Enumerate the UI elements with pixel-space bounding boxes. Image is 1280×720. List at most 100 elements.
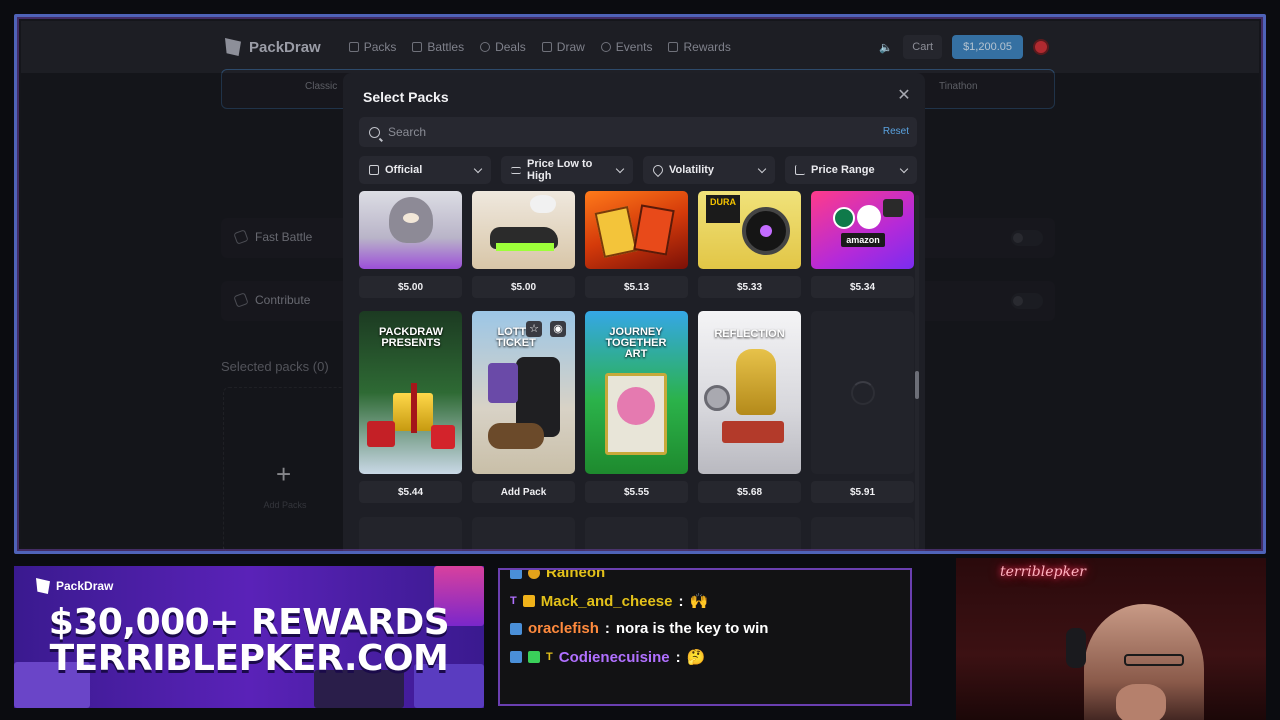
- pack-image: REFLECTION: [698, 311, 801, 474]
- nav-packs[interactable]: Packs: [348, 40, 396, 54]
- pack-card[interactable]: $5.13: [585, 191, 688, 298]
- pack-card-placeholder: [698, 517, 801, 551]
- pack-price: $5.68: [698, 481, 801, 503]
- pack-image: [585, 191, 688, 269]
- pack-card[interactable]: JOURNEY TOGETHER ART $5.55: [585, 311, 688, 503]
- gift-icon: [668, 42, 679, 52]
- pack-card-placeholder: [472, 517, 575, 551]
- chevron-down-icon: [899, 164, 909, 173]
- pack-price: $5.00: [359, 276, 462, 298]
- packdraw-logo[interactable]: PackDraw: [225, 38, 321, 56]
- swords-icon: [412, 42, 423, 52]
- prime-badge-icon: [510, 622, 522, 635]
- packdraw-logo-icon: [225, 38, 241, 56]
- filter-official[interactable]: Official: [359, 156, 491, 184]
- pack-price: $5.33: [698, 276, 801, 298]
- pack-card[interactable]: PACKDRAW PRESENTS $5.44: [359, 311, 462, 503]
- pack-card[interactable]: $5.00: [472, 191, 575, 298]
- nav-rewards[interactable]: Rewards: [668, 40, 731, 54]
- pack-price: $5.00: [472, 276, 575, 298]
- sub-badge-icon: [528, 570, 540, 579]
- deals-icon: [480, 42, 491, 52]
- promo-headline-1: $30,000+ REWARDS: [48, 602, 450, 643]
- star-icon[interactable]: ☆: [526, 321, 542, 337]
- eye-icon[interactable]: ◉: [550, 321, 566, 337]
- nav-draw[interactable]: Draw: [541, 40, 585, 54]
- chat-text: 🙌: [689, 593, 709, 610]
- search-input[interactable]: [388, 125, 917, 139]
- chat-text: 🤔: [686, 649, 706, 666]
- tier-badge-icon: T: [546, 651, 553, 663]
- chat-username[interactable]: Raineon: [546, 570, 605, 581]
- user-avatar[interactable]: [1033, 39, 1049, 55]
- prime-badge-icon: [510, 570, 522, 579]
- tier-badge-icon: T: [510, 595, 517, 607]
- chevron-down-icon: [615, 164, 625, 173]
- filter-sort[interactable]: Price Low to High: [501, 156, 633, 184]
- prime-badge-icon: [510, 651, 522, 663]
- pack-image: DURA: [698, 191, 801, 269]
- chat-text: nora is the key to win: [615, 620, 769, 637]
- headphones-icon: [1066, 628, 1086, 668]
- pack-price: $5.34: [811, 276, 914, 298]
- chat-message: T Codienecuisine : 🤔: [510, 648, 705, 666]
- balance-button[interactable]: $1,200.05: [952, 35, 1023, 59]
- pack-card[interactable]: $5.00: [359, 191, 462, 298]
- chat-username[interactable]: oraclefish: [528, 620, 599, 637]
- select-packs-modal: Select Packs ✕ Reset Official Price Low …: [343, 73, 925, 551]
- glasses-icon: [1124, 654, 1184, 666]
- pack-image: [359, 191, 462, 269]
- packs-icon: [348, 42, 359, 52]
- promo-headline-2: TERRIBLEPKER.COM: [49, 638, 449, 679]
- loading-spinner-icon: [851, 381, 875, 405]
- pack-card[interactable]: LOTTO TICKET ☆ ◉ Add Pack: [472, 311, 575, 503]
- pack-image: amazon: [811, 191, 914, 269]
- packdraw-site: PackDraw Packs Battles Deals Draw Events…: [21, 21, 1259, 551]
- nav-battles[interactable]: Battles: [412, 40, 464, 54]
- pack-price: $5.91: [811, 481, 914, 503]
- pack-image: LOTTO TICKET ☆ ◉: [472, 311, 575, 474]
- pack-title: PACKDRAW PRESENTS: [379, 326, 443, 349]
- cube-badge-icon: [528, 651, 540, 663]
- cart-button[interactable]: Cart: [903, 35, 943, 59]
- add-pack-button[interactable]: Add Pack: [472, 481, 575, 503]
- modal-scrollbar[interactable]: [915, 195, 919, 549]
- pack-price: $5.44: [359, 481, 462, 503]
- pack-title: REFLECTION: [714, 328, 785, 340]
- close-icon[interactable]: ✕: [897, 88, 911, 104]
- pack-card-placeholder: [585, 517, 688, 551]
- nav-right: 🔈 Cart $1,200.05: [879, 35, 1049, 59]
- pack-card[interactable]: $5.91: [811, 311, 914, 503]
- pack-card[interactable]: REFLECTION $5.68: [698, 311, 801, 503]
- packdraw-logo-icon: [36, 578, 50, 594]
- pack-card-placeholder: [359, 517, 462, 551]
- chat-message: T Mack_and_cheese : 🙌: [510, 592, 709, 611]
- pack-title: JOURNEY TOGETHER ART: [605, 326, 667, 360]
- pack-price: $5.55: [585, 481, 688, 503]
- chat-username[interactable]: Codienecuisine: [559, 649, 670, 666]
- pack-image: [472, 191, 575, 269]
- webcam-feed: terriblepker: [956, 558, 1266, 720]
- flame-icon: [650, 162, 666, 178]
- scrollbar-thumb[interactable]: [915, 371, 919, 399]
- filter-price-range[interactable]: Price Range: [785, 156, 917, 184]
- neon-sign: terriblepker: [1000, 564, 1086, 580]
- nav-deals[interactable]: Deals: [480, 40, 526, 54]
- chat-username[interactable]: Mack_and_cheese: [541, 593, 673, 610]
- reset-button[interactable]: Reset: [883, 126, 909, 137]
- pack-price: $5.13: [585, 276, 688, 298]
- pack-card-placeholder: [811, 517, 914, 551]
- pack-image: PACKDRAW PRESENTS: [359, 311, 462, 474]
- nav-events[interactable]: Events: [600, 40, 652, 54]
- packs-grid: $5.00 $5.00 $5.13 DURA $5.33 amazon $5.3…: [359, 191, 917, 551]
- mute-icon[interactable]: 🔈: [879, 41, 893, 54]
- crown-badge-icon: [522, 595, 535, 607]
- chat-message: oraclefish : nora is the key to win: [510, 620, 768, 637]
- search-bar: Reset: [359, 117, 917, 147]
- pack-card[interactable]: DURA $5.33: [698, 191, 801, 298]
- pack-card[interactable]: amazon $5.34: [811, 191, 914, 298]
- modal-title: Select Packs: [363, 89, 449, 105]
- pack-brand-text: amazon: [841, 233, 885, 247]
- filter-volatility[interactable]: Volatility: [643, 156, 775, 184]
- events-icon: [600, 42, 611, 52]
